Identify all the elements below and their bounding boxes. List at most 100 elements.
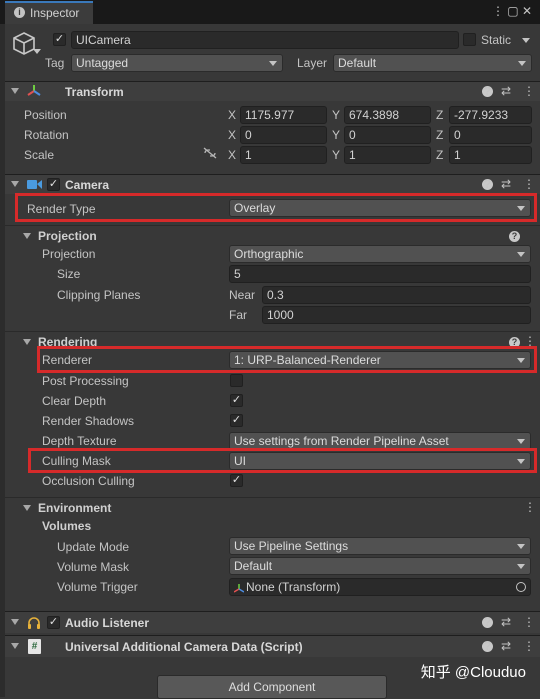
active-checkbox[interactable]: ✓ [53,33,66,46]
size-field[interactable]: 5 [229,265,531,283]
render-shadows-checkbox[interactable]: ✓ [230,414,243,427]
chevron-down-icon [517,544,525,549]
scale-z-field[interactable]: 1 [449,146,532,164]
foldout-arrow-icon[interactable] [11,88,19,94]
rotation-x-field[interactable]: 0 [240,126,327,144]
projection-section-header[interactable]: Projection ? [5,225,540,245]
urp-camera-data-header[interactable]: # Universal Additional Camera Data (Scri… [5,635,540,657]
renderer-value: 1: URP-Balanced-Renderer [234,353,381,367]
help-icon[interactable]: ? [482,616,493,628]
camera-enabled-checkbox[interactable]: ✓ [47,178,60,191]
rotation-z-field[interactable]: 0 [449,126,532,144]
help-icon[interactable]: ? [482,178,493,190]
icon-dropdown-arrow-icon[interactable] [33,49,41,54]
foldout-arrow-icon[interactable] [23,505,31,511]
far-label: Far [229,308,247,322]
volume-trigger-field[interactable]: None (Transform) [229,578,531,596]
presets-icon[interactable]: ⇄ [501,177,511,191]
tab-inspector[interactable]: i Inspector [5,1,93,24]
foldout-arrow-icon[interactable] [23,233,31,239]
tag-dropdown[interactable]: Untagged [71,54,283,72]
foldout-arrow-icon[interactable] [23,339,31,345]
volume-mask-dropdown[interactable]: Default [229,557,531,575]
position-y-axis: Y [332,108,341,122]
transform-axes-icon [233,582,245,595]
rotation-label: Rotation [24,128,69,142]
chevron-down-icon [269,61,277,66]
tag-value: Untagged [76,56,129,70]
culling-mask-value: UI [234,454,246,468]
help-icon[interactable]: ? [482,640,493,652]
rotation-y-field[interactable]: 0 [344,126,431,144]
more-icon[interactable]: ⋮ [523,84,535,98]
audio-listener-enabled-checkbox[interactable]: ✓ [47,616,60,629]
presets-icon[interactable]: ⇄ [501,84,511,98]
projection-dropdown[interactable]: Orthographic [229,245,531,263]
more-icon[interactable]: ⋮ [523,177,535,191]
clipping-planes-label: Clipping Planes [57,288,141,302]
far-field[interactable]: 1000 [262,306,531,324]
post-processing-checkbox[interactable] [230,374,243,387]
rotation-x-axis: X [228,128,237,142]
chevron-down-icon [517,564,525,569]
volume-mask-value: Default [234,559,273,573]
near-field[interactable]: 0.3 [262,286,531,304]
camera-header[interactable]: ✓ Camera ? ⇄ ⋮ [5,174,540,194]
static-checkbox[interactable] [463,33,476,46]
transform-header[interactable]: Transform ? ⇄ ⋮ [5,81,540,101]
renderer-dropdown[interactable]: 1: URP-Balanced-Renderer [229,351,531,369]
volume-mask-label: Volume Mask [57,560,130,574]
presets-icon[interactable]: ⇄ [501,615,511,629]
occlusion-culling-checkbox[interactable]: ✓ [230,474,243,487]
volume-trigger-label: Volume Trigger [57,580,138,594]
transform-axes-icon [27,84,41,101]
render-type-label: Render Type [27,202,96,216]
projection-section-title: Projection [38,229,97,243]
layer-value: Default [338,56,377,70]
foldout-arrow-icon[interactable] [11,643,19,649]
more-icon[interactable]: ⋮ [523,639,535,653]
render-type-dropdown[interactable]: Overlay [229,199,531,217]
position-y-field[interactable]: 674.3898 [344,106,431,124]
object-picker-icon[interactable] [516,582,526,592]
culling-mask-dropdown[interactable]: UI [229,452,531,470]
more-icon[interactable]: ⋮ [523,615,535,629]
size-label: Size [57,267,81,281]
presets-icon[interactable]: ⇄ [501,639,511,653]
clear-depth-checkbox[interactable]: ✓ [230,394,243,407]
chevron-down-icon [517,252,525,257]
static-dropdown-arrow-icon[interactable] [522,38,530,43]
rotation-z-axis: Z [436,128,444,142]
add-component-button[interactable]: Add Component [157,675,387,699]
help-icon[interactable]: ? [482,85,493,97]
tab-label: Inspector [30,6,80,20]
scale-x-axis: X [228,148,237,162]
position-x-field[interactable]: 1175.977 [240,106,327,124]
scale-y-field[interactable]: 1 [344,146,431,164]
post-processing-label: Post Processing [42,374,129,388]
position-label: Position [24,108,67,122]
chevron-down-icon [517,206,525,211]
layer-dropdown[interactable]: Default [333,54,532,72]
scale-x-field[interactable]: 1 [240,146,327,164]
render-type-value: Overlay [234,201,276,215]
audio-listener-header[interactable]: ✓ Audio Listener ? ⇄ ⋮ [5,611,540,633]
environment-section-header[interactable]: Environment ⋮ [5,497,540,517]
constrain-proportions-icon[interactable] [203,147,217,162]
projection-label: Projection [42,247,96,261]
object-name-field[interactable]: UICamera [71,31,459,49]
transform-title: Transform [65,85,124,99]
position-z-field[interactable]: -277.9233 [449,106,532,124]
render-shadows-label: Render Shadows [42,414,135,428]
update-mode-dropdown[interactable]: Use Pipeline Settings [229,537,531,555]
foldout-arrow-icon[interactable] [11,619,19,625]
camera-title: Camera [65,178,110,192]
window-menu-icons[interactable]: ⋮ ▢ ✕ [492,4,532,18]
position-x-axis: X [228,108,237,122]
foldout-arrow-icon[interactable] [11,181,19,187]
more-icon[interactable]: ⋮ [524,500,536,514]
info-icon: i [14,7,25,18]
help-icon[interactable]: ? [509,231,520,242]
near-label: Near [229,288,256,302]
rotation-y-axis: Y [332,128,341,142]
